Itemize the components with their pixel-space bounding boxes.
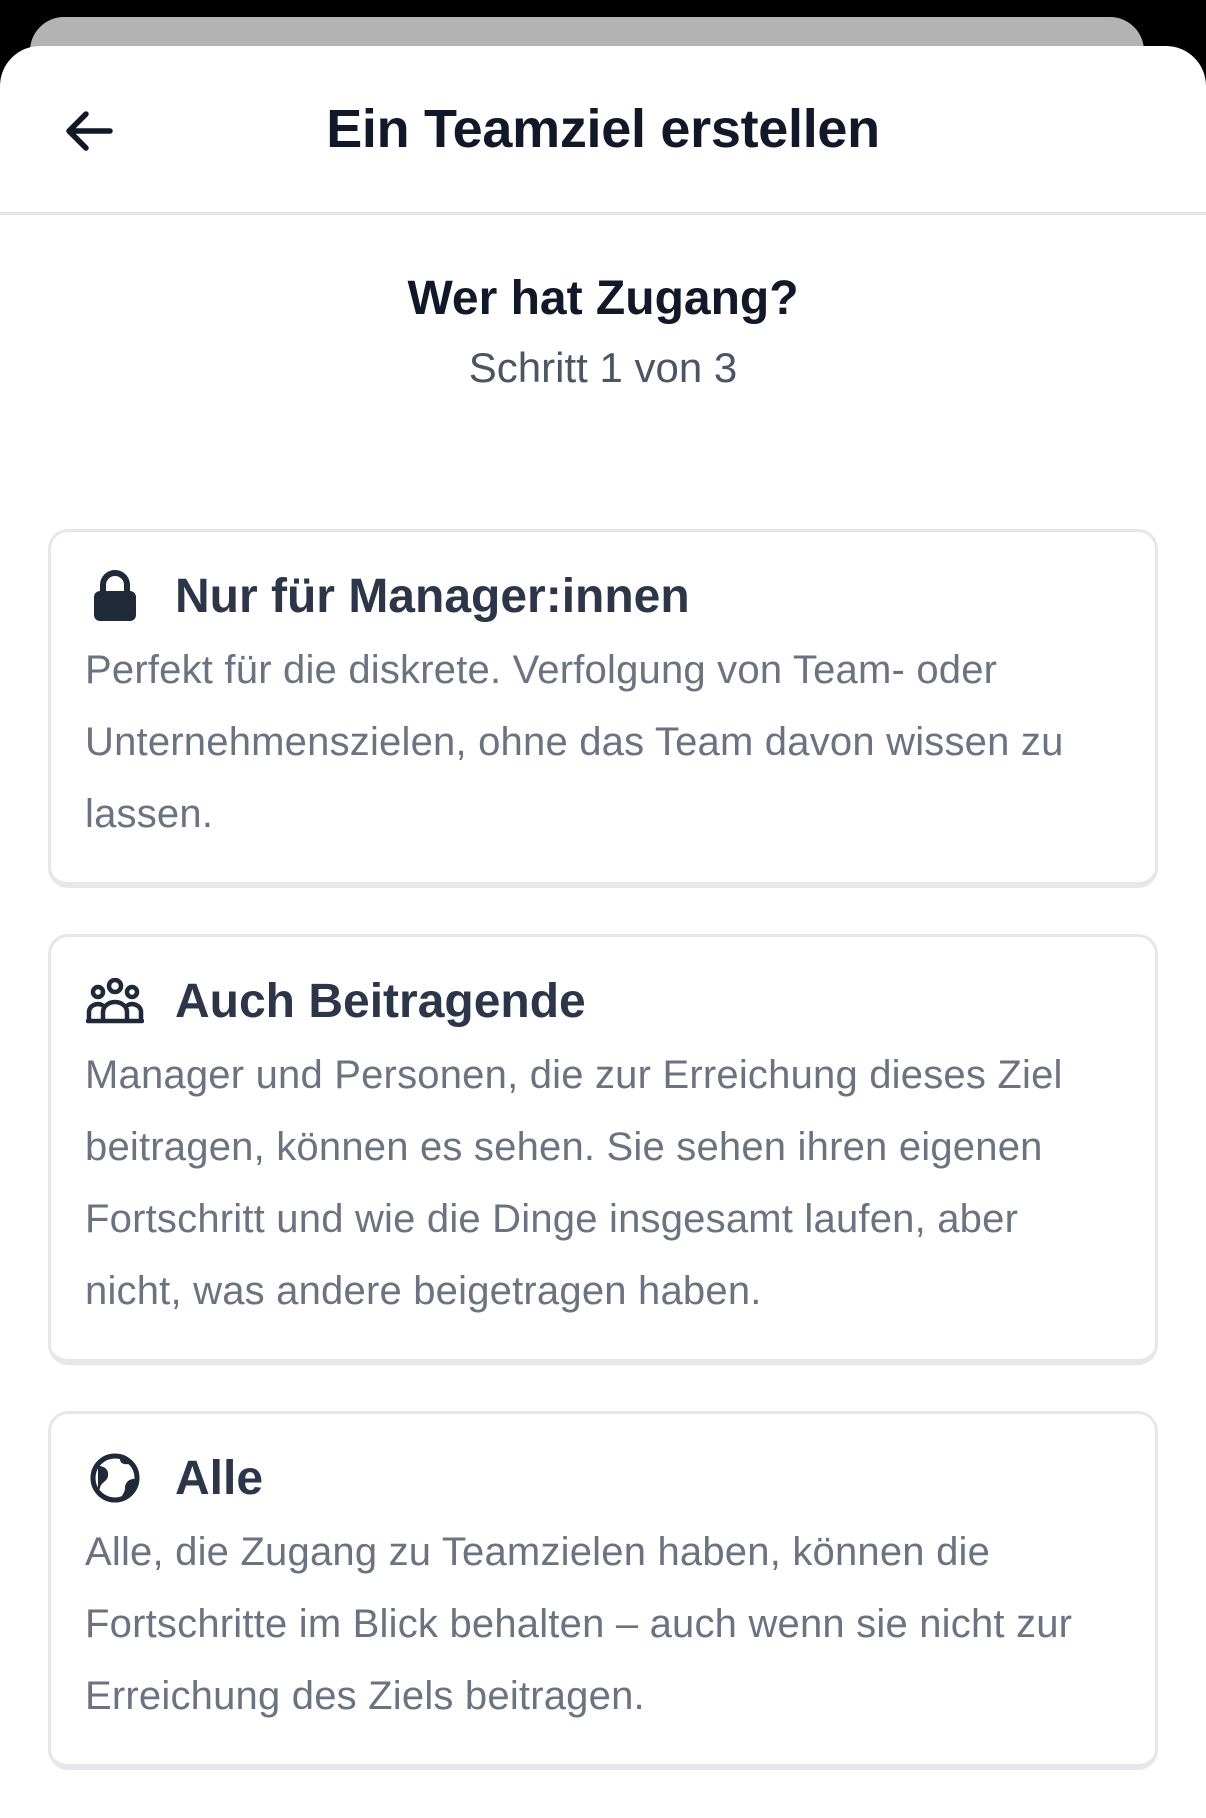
header: Ein Teamziel erstellen xyxy=(0,46,1206,215)
option-title: Alle xyxy=(175,1451,264,1505)
option-everyone[interactable]: Alle Alle, die Zugang zu Teamzielen habe… xyxy=(48,1411,1158,1770)
option-contributors[interactable]: Auch Beitragende Manager und Personen, d… xyxy=(48,934,1158,1365)
step-progress: Schritt 1 von 3 xyxy=(468,344,738,391)
globe-icon xyxy=(85,1448,145,1508)
option-managers-only[interactable]: Nur für Manager:innen Perfekt für die di… xyxy=(48,529,1158,888)
page-title: Ein Teamziel erstellen xyxy=(326,99,880,159)
step-heading: Wer hat Zugang? xyxy=(407,272,799,325)
access-options: Nur für Manager:innen Perfekt für die di… xyxy=(48,529,1158,1816)
people-group-icon xyxy=(85,971,145,1031)
option-description: Manager und Personen, die zur Erreichung… xyxy=(85,1053,1063,1313)
option-title: Auch Beitragende xyxy=(175,974,586,1028)
option-description: Alle, die Zugang zu Teamzielen haben, kö… xyxy=(85,1530,1073,1718)
lock-icon xyxy=(85,566,145,626)
option-description: Perfekt für die diskrete. Verfolgung von… xyxy=(85,648,1064,836)
option-title: Nur für Manager:innen xyxy=(175,569,690,623)
create-team-goal-sheet: Ein Teamziel erstellen Wer hat Zugang? S… xyxy=(0,46,1206,1818)
